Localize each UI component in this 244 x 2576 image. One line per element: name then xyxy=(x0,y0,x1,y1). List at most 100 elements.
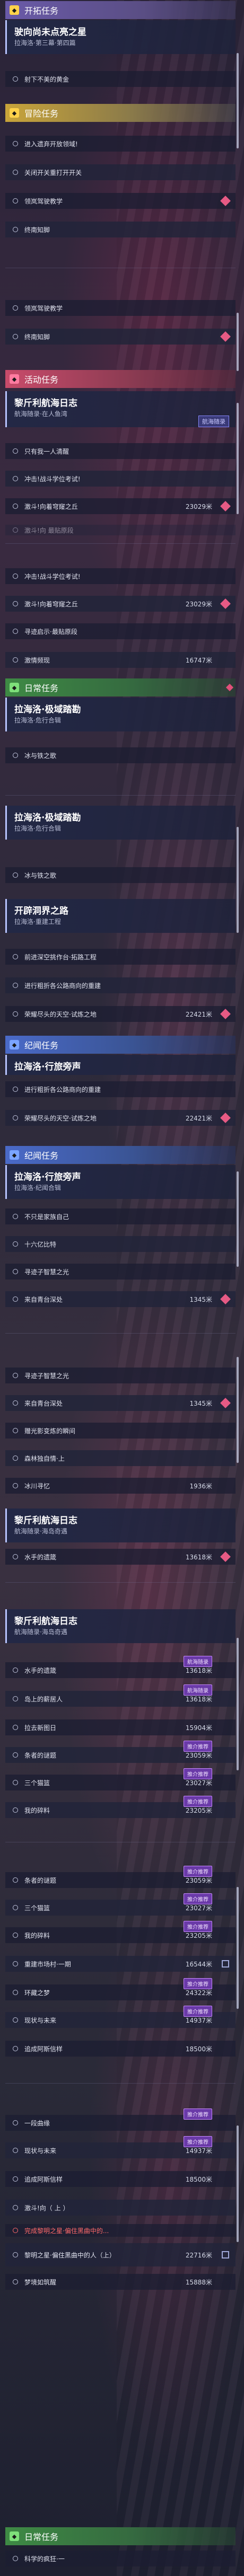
objective-row[interactable]: 重建市场村·一期 16544米 xyxy=(5,1956,236,1972)
objective-row[interactable]: 冰与铁之歌 xyxy=(5,747,236,763)
scrollbar-thumb[interactable] xyxy=(237,1638,239,1770)
objective-bullet-icon xyxy=(13,1296,18,1302)
recommend-badge: 推介推荐 xyxy=(184,1741,212,1752)
objective-row[interactable]: 终南知脚 xyxy=(5,329,236,345)
quest-card-q8[interactable]: 黎斤利航海日志 航海随录·海岛奇遇 xyxy=(5,1508,236,1542)
objective-row[interactable]: 不只是家族自己 xyxy=(5,1208,236,1224)
objective-row[interactable]: 我的碎料 23205米 推介推荐 xyxy=(5,1921,236,1943)
objective-row[interactable]: 三个猫篮 23027米 推介推荐 xyxy=(5,1893,236,1916)
objective-row[interactable]: 水手的遗箴 13618米 xyxy=(5,1549,236,1565)
objective-bullet-icon xyxy=(13,170,18,175)
distance-label: 13618米 xyxy=(185,1666,212,1674)
objective-row[interactable]: 激情频现 16747米 xyxy=(5,652,236,668)
objective-row[interactable]: 森林独自情·上 xyxy=(5,1450,236,1466)
objective-row[interactable]: 条者的谜题 23059米 推介推荐 xyxy=(5,1741,236,1763)
section-header-event[interactable]: ◆ 活动任务 xyxy=(5,370,236,388)
scrollbar-thumb[interactable] xyxy=(237,1357,239,1463)
objective-row[interactable]: 寻迹启示·最贴原段 xyxy=(5,623,236,639)
objective-bullet-icon xyxy=(13,1752,18,1758)
objective-row[interactable]: 关闭开关重打开开关 xyxy=(5,164,236,180)
distance-label: 1936米 xyxy=(189,1482,212,1490)
quest-card-q2[interactable]: 黎斤利航海日志 航海随录·在人鱼湾 航海随录 xyxy=(5,391,236,427)
tracking-marker-icon xyxy=(220,331,231,342)
objective-row[interactable]: 前进深空挑作台·拓路工程 xyxy=(5,949,236,965)
checkbox-icon[interactable] xyxy=(222,1960,229,1968)
objective-text: 激情频现 xyxy=(24,656,50,664)
quest-title: 拉海洛·行旅旁声 xyxy=(14,1172,81,1183)
objective-row[interactable]: 梦境如筑醒 15888米 xyxy=(5,2274,236,2290)
objective-row[interactable]: 荣耀尽头的天空·试炼之地 22421米 xyxy=(5,1006,236,1022)
section-header-main[interactable]: ◆ 开拓任务 xyxy=(5,1,236,19)
scrollbar-thumb[interactable] xyxy=(237,2125,239,2242)
objective-row[interactable]: 荣耀尽头的天空·试炼之地 22421米 xyxy=(5,1110,236,1126)
objective-row[interactable]: 只有我一人清醒 xyxy=(5,443,236,459)
objective-row[interactable]: 冰川寻忆 1936米 xyxy=(5,1478,236,1494)
section-header-record[interactable]: ◆ 纪闻任务 xyxy=(5,1146,236,1164)
scrollbar-thumb[interactable] xyxy=(237,403,239,514)
objective-row[interactable]: 冲击!战斗学位考试! xyxy=(5,471,236,487)
distance-label: 16544米 xyxy=(185,1960,212,1968)
objective-row[interactable]: 追成阿斯信样 18500米 xyxy=(5,2041,236,2057)
objective-row[interactable]: 领岚驾驶教学 xyxy=(5,193,236,209)
objective-row-warning[interactable]: 完成黎明之星·偏住黑曲中的... xyxy=(5,2224,236,2237)
objective-row-partial[interactable]: 激斗!向 最贴原段 xyxy=(5,525,236,535)
objective-row[interactable]: 赠光影变炼的瞬间 xyxy=(5,1423,236,1439)
objective-row[interactable]: 环藏之梦 24322米 推介推荐 xyxy=(5,1978,236,2000)
quest-subtitle: 拉海洛·危行合辑 xyxy=(14,717,61,724)
objective-row[interactable]: 追成阿斯信样 18500米 xyxy=(5,2171,236,2187)
objective-row[interactable]: 寻迹子智慧之光 xyxy=(5,1264,236,1280)
objective-row[interactable]: 十六亿比特 xyxy=(5,1236,236,1252)
objective-row[interactable]: 我的碎料 23205米 推介推荐 xyxy=(5,1796,236,1818)
scrollbar-thumb[interactable] xyxy=(237,313,239,371)
section-header-daily[interactable]: ◆ 日常任务 xyxy=(5,678,236,696)
objective-bullet-icon xyxy=(13,1807,18,1813)
divider xyxy=(5,2083,236,2084)
objective-row[interactable]: 冰与铁之歌 xyxy=(5,867,236,883)
objective-row[interactable]: 射下不美的黄金 xyxy=(5,71,236,87)
objective-row[interactable]: 领岚驾驶教学 xyxy=(5,300,236,316)
scrollbar-thumb[interactable] xyxy=(237,827,239,933)
objective-text: 来自青台深处 xyxy=(24,1399,63,1407)
objective-row[interactable]: 一段曲缘 推介推荐 xyxy=(5,2109,236,2131)
objective-row[interactable]: 岛上的薪居人 13618米 航海随录 xyxy=(5,1684,236,1707)
objective-row[interactable]: 进行粗折各公路商向的重建 xyxy=(5,1081,236,1097)
objective-row[interactable]: 来自青台深处 1345米 xyxy=(5,1395,236,1411)
objective-row[interactable]: 来自青台深处 1345米 xyxy=(5,1291,236,1307)
scrollbar-thumb[interactable] xyxy=(237,1171,239,1267)
scrollbar-thumb[interactable] xyxy=(237,1887,239,2009)
recommend-badge: 推介推荐 xyxy=(184,1866,212,1877)
objective-row[interactable]: 冲击!战斗学位考试! xyxy=(5,568,236,584)
quest-card-q9[interactable]: 黎斤利航海日志 航海随录·海岛奇遇 xyxy=(5,1609,236,1643)
quest-card-q6[interactable]: 拉海洛·行旅旁声 xyxy=(5,1055,236,1075)
section-header-adventure[interactable]: ◆ 冒险任务 xyxy=(5,104,236,122)
objective-row[interactable]: 进入遗弃开放领域! xyxy=(5,136,236,152)
distance-label: 22716米 xyxy=(185,2251,212,2259)
objective-bullet-icon xyxy=(13,657,18,663)
quest-card-q4[interactable]: 拉海洛·极域踏勘 拉海洛·危行合辑 xyxy=(5,806,236,840)
objective-row[interactable]: 科学的疯狂·一 xyxy=(5,2551,236,2566)
quest-card-q1[interactable]: 驶向尚未点亮之星 拉海洛·第三幕·第四篇 xyxy=(5,20,236,54)
checkbox-icon[interactable] xyxy=(222,2251,229,2259)
objective-row[interactable]: 黎明之星·偏住黑曲中的人（上） 22716米 xyxy=(5,2243,236,2266)
objective-row[interactable]: 拉去新图日 15904米 xyxy=(5,1719,236,1735)
objective-row[interactable]: 激斗!向着穹窿之丘 23029米 xyxy=(5,596,236,612)
quest-card-q5[interactable]: 开辟洞界之路 拉海洛·重建工程 xyxy=(5,899,236,933)
quest-card-q7[interactable]: 拉海洛·行旅旁声 拉海洛·纪闻合辑 xyxy=(5,1165,236,1199)
section-header-record[interactable]: ◆ 纪闻任务 xyxy=(5,1036,236,1054)
objective-row[interactable]: 激斗!向着穹窿之丘 23029米 xyxy=(5,498,236,514)
objective-text: 不只是家族自己 xyxy=(24,1213,69,1221)
objective-row[interactable]: 水手的遗箴 13618米 航海随录 xyxy=(5,1656,236,1678)
scrollbar-thumb[interactable] xyxy=(237,53,239,148)
objective-row[interactable]: 条者的谜题 23059米 推介推荐 xyxy=(5,1866,236,1888)
quest-card-q3[interactable]: 拉海洛·极域踏勘 拉海洛·危行合辑 xyxy=(5,698,236,731)
section-header-daily[interactable]: ◆ 日常任务 xyxy=(5,2527,236,2545)
objective-row[interactable]: 现状与未来 14937米 推介推荐 xyxy=(5,2006,236,2028)
objective-row[interactable]: 现状与未来 14937米 推介推荐 xyxy=(5,2136,236,2158)
objective-row[interactable]: 激斗!向（ 上 ） xyxy=(5,2200,236,2216)
objective-text: 我的碎料 xyxy=(24,1806,50,1814)
distance-label: 14937米 xyxy=(185,2147,212,2155)
objective-row[interactable]: 终南知脚 xyxy=(5,222,236,237)
objective-row[interactable]: 三个猫篮 23027米 推介推荐 xyxy=(5,1768,236,1790)
objective-row[interactable]: 进行粗折各公路商向的重建 xyxy=(5,977,236,993)
objective-row[interactable]: 寻迹子智慧之光 xyxy=(5,1368,236,1383)
